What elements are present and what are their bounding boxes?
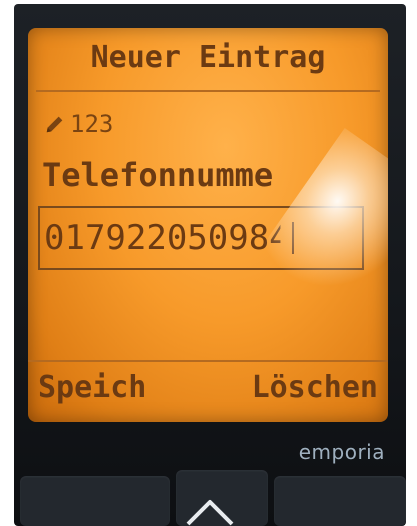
delete-softkey[interactable]: Löschen — [252, 370, 378, 405]
input-mode-indicator: 123 — [44, 108, 113, 140]
pencil-icon — [46, 116, 63, 133]
softkey-divider — [28, 360, 388, 362]
input-mode-label: 123 — [70, 110, 114, 138]
partial-digit: 4 — [269, 218, 290, 258]
field-label: Telefonnumme — [42, 156, 274, 194]
right-nav-key[interactable] — [274, 476, 406, 526]
title-divider — [36, 90, 380, 92]
lcd-screen: Neuer Eintrag 123 Telefonnumme 017922050… — [28, 28, 388, 422]
text-caret — [291, 222, 294, 254]
left-nav-key[interactable] — [20, 476, 170, 526]
brand-logo: emporia — [298, 440, 385, 464]
save-softkey[interactable]: Speich — [38, 370, 146, 405]
photo-background: Neuer Eintrag 123 Telefonnumme 017922050… — [0, 0, 417, 526]
page-title: Neuer Eintrag — [90, 40, 326, 75]
up-arrow-icon — [186, 500, 234, 526]
phone-number-value: 017922050984 — [44, 218, 290, 258]
phone-number-field[interactable]: 017922050984 — [38, 206, 364, 270]
